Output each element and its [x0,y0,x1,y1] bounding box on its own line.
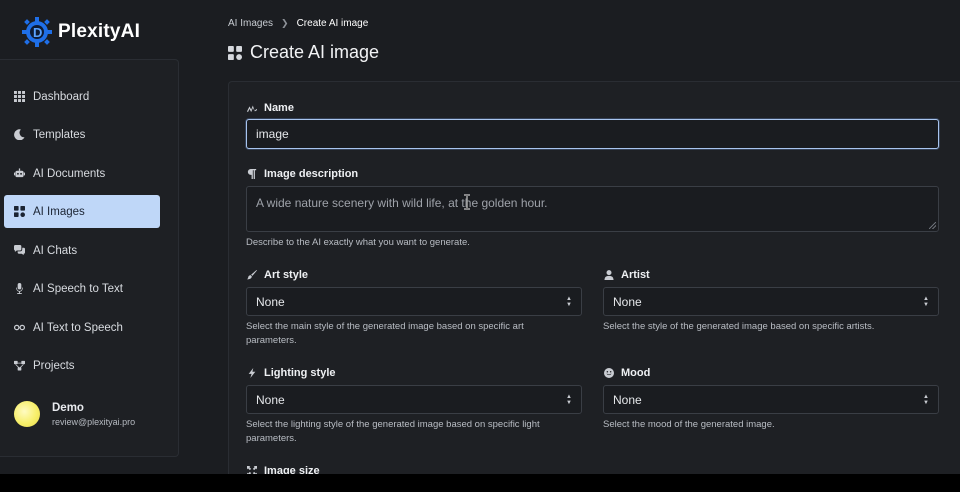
paint-brush-icon [247,270,257,280]
page-title-text: Create AI image [250,42,380,62]
sidebar-item-projects[interactable]: Projects [4,349,160,382]
image-description-label: Image description [247,168,358,180]
lighting-style-label: Lighting style [247,367,336,379]
avatar [14,401,40,427]
images-icon [14,206,25,217]
artist-help: Select the style of the generated image … [603,321,875,332]
sidebar-item-label: AI Speech to Text [33,282,123,295]
select-arrows-icon: ▲ ▼ [566,394,572,406]
sidebar-item-label: AI Images [33,205,85,218]
select-arrows-icon: ▲ ▼ [923,394,929,406]
robot-icon [14,168,25,178]
sidebar-item-ai-text-to-speech[interactable]: AI Text to Speech [4,311,160,344]
chat-icon [14,245,25,256]
image-size-label: Image size [247,465,320,474]
art-style-select[interactable]: None ▲ ▼ [246,287,582,316]
paragraph-icon [247,169,257,179]
art-style-help: Select the main style of the generated i… [246,321,524,346]
bottom-bar [0,474,960,492]
user-profile[interactable]: Demo review@plexityai.pro [14,401,135,427]
mood-help: Select the mood of the generated image. [603,419,775,430]
lighting-style-select[interactable]: None ▲ ▼ [246,385,582,414]
page-title: Create AI image [228,42,379,63]
app-window: D PlexityAI Dashboard Templates AI Docum… [0,0,960,474]
breadcrumb-parent-link[interactable]: AI Images [228,18,273,29]
text-cursor-icon [464,194,470,210]
select-arrows-icon: ▲ ▼ [923,296,929,308]
sidebar-item-label: AI Text to Speech [33,321,123,334]
name-input[interactable]: image [246,119,939,149]
name-input-value: image [256,127,289,141]
mood-select[interactable]: None ▲ ▼ [603,385,939,414]
smile-icon [604,368,614,378]
art-style-label: Art style [247,269,308,281]
sidebar-item-ai-images[interactable]: AI Images [4,195,160,228]
sidebar-item-ai-documents[interactable]: AI Documents [4,157,160,190]
mood-value: None [613,392,642,407]
images-icon [228,45,242,60]
brand-logo[interactable]: D PlexityAI [20,16,140,48]
sidebar: Dashboard Templates AI Documents AI Imag… [0,59,179,457]
sidebar-item-ai-speech-to-text[interactable]: AI Speech to Text [4,272,160,305]
user-icon [604,270,614,280]
plexity-logo-icon: D [20,16,54,48]
breadcrumb: AI Images ❯ Create AI image [228,18,368,29]
lighting-style-help: Select the lighting style of the generat… [246,419,540,444]
signature-icon [247,105,257,113]
sidebar-item-label: AI Chats [33,244,78,257]
voicemail-icon [14,324,25,331]
lightning-icon [248,368,256,378]
user-name: Demo [52,401,84,414]
artist-select[interactable]: None ▲ ▼ [603,287,939,316]
mood-label: Mood [604,367,650,379]
microphone-icon [16,283,23,294]
user-email: review@plexityai.pro [52,416,136,427]
name-label: Name [247,102,294,114]
sidebar-item-label: Templates [33,128,86,141]
resize-handle[interactable] [929,222,936,229]
expand-icon [247,466,257,474]
artist-value: None [613,294,642,309]
image-description-textarea[interactable]: A wide nature scenery with wild life, at… [246,186,939,232]
grid-icon [14,91,25,102]
image-description-help: Describe to the AI exactly what you want… [246,237,470,248]
art-style-value: None [256,294,285,309]
sidebar-item-label: Dashboard [33,90,90,103]
sidebar-item-label: Projects [33,359,75,372]
svg-text:D: D [33,25,42,40]
sidebar-item-label: AI Documents [33,167,106,180]
image-description-placeholder: A wide nature scenery with wild life, at… [256,196,548,210]
sidebar-item-ai-chats[interactable]: AI Chats [4,234,160,267]
lighting-style-value: None [256,392,285,407]
breadcrumb-current: Create AI image [296,18,369,29]
chevron-right-icon: ❯ [281,18,289,28]
select-arrows-icon: ▲ ▼ [566,296,572,308]
sidebar-item-templates[interactable]: Templates [4,118,160,151]
artist-label: Artist [604,269,650,281]
projects-icon [14,360,25,371]
sidebar-item-dashboard[interactable]: Dashboard [4,80,160,113]
moon-icon [14,129,25,140]
create-image-form: Name image Image description A wide natu… [228,81,960,474]
app-name: PlexityAI [58,21,141,42]
